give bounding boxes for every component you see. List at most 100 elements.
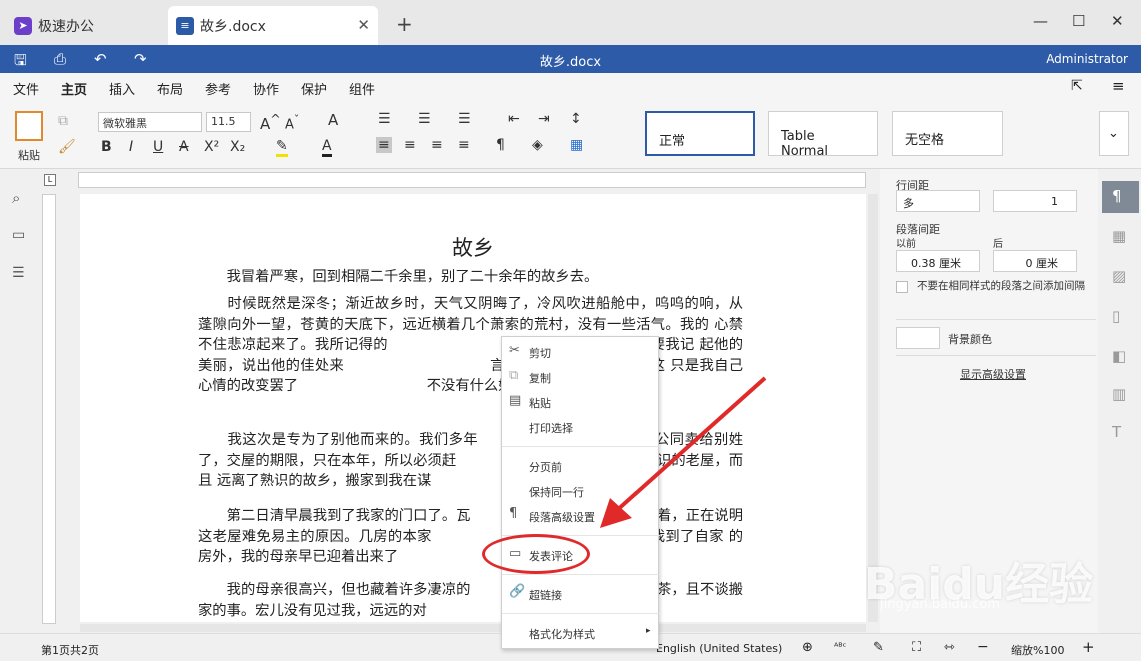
decrease-font-icon[interactable]: Aˇ [285,113,299,132]
bullet-list-icon[interactable]: ☰ [378,111,391,127]
language-select[interactable]: English (United States) [656,642,782,655]
font-family-select[interactable]: 微软雅黑 [98,112,202,132]
bold-icon[interactable]: B [101,139,112,155]
strikethrough-icon[interactable]: A [179,139,189,155]
rocket-icon: ➤ [14,16,32,35]
tab-stop-selector[interactable]: L [44,174,56,186]
title-bar: 🖫 ⎙ ↶ ↷ 故乡.docx Administrator [0,45,1141,73]
close-window-button[interactable]: ✕ [1111,12,1124,30]
page-info[interactable]: 第1页共2页 [41,642,99,658]
navigation-icon[interactable]: ☰ [12,265,25,281]
user-name[interactable]: Administrator [1046,52,1128,66]
styles-expand-icon[interactable]: ⌄ [1099,111,1129,156]
paragraph: 我冒着严寒，回到相隔二千余里，别了二十余年的故乡去。 [198,269,599,285]
menu-item-cut[interactable]: 剪切 [529,345,551,361]
menu-item-copy[interactable]: 复制 [529,370,551,386]
background-color-picker[interactable] [896,327,940,349]
underline-icon[interactable]: U [153,139,163,155]
divider [896,355,1096,356]
zoom-out-icon[interactable]: − [977,639,989,655]
close-tab-icon[interactable]: ✕ [357,16,370,34]
borders-icon[interactable]: ▦ [570,137,583,153]
paragraph: 我的母亲很高兴，但也藏着许多凄凉的 ，喝茶，且不谈搬 家的事。宏儿没有见过我，远… [198,582,743,619]
paragraph-mark-icon[interactable]: ¶ [496,137,505,153]
format-painter-icon[interactable]: 🖌 [58,139,76,155]
menu-item-paste[interactable]: 粘贴 [529,395,551,411]
shading-icon[interactable]: ◈ [532,137,543,153]
menu-item-format-as-style[interactable]: 格式化为样式 [529,626,595,642]
subscript-icon[interactable]: X₂ [230,139,245,155]
horizontal-scrollbar[interactable] [80,624,866,632]
style-no-spacing[interactable]: 无空格 [892,111,1003,156]
search-icon[interactable]: ⌕ [12,189,20,207]
increase-font-icon[interactable]: A^ [260,111,281,133]
italic-icon[interactable]: I [129,139,133,155]
font-color-icon[interactable]: A [322,138,332,157]
copy-icon[interactable]: ⧉ [58,113,68,129]
document-heading: 故乡 [452,236,494,260]
add-tab-button[interactable]: + [396,12,413,36]
tab-bar: ➤ 极速办公 ≡ 故乡.docx ✕ + — ☐ ✕ [0,0,1141,45]
menu-protect[interactable]: 保护 [301,79,327,98]
spacing-after-input[interactable]: 0 厘米 [993,250,1077,272]
fit-width-icon[interactable]: ⇿ [944,640,955,655]
text-art-icon[interactable]: T [1112,423,1121,441]
spacing-before-input[interactable]: 0.38 厘米 [896,250,980,272]
align-center-icon[interactable]: ≡ [404,137,416,153]
maximize-button[interactable]: ☐ [1072,12,1085,30]
menu-collaborate[interactable]: 协作 [253,79,279,98]
menu-plugins[interactable]: 组件 [349,79,375,98]
justify-icon[interactable]: ≡ [458,137,470,153]
minimize-button[interactable]: — [1033,12,1048,30]
tab-home-app[interactable]: ➤ 极速办公 [6,6,164,45]
menu-item-page-break-before[interactable]: 分页前 [529,459,562,475]
show-advanced-settings-link[interactable]: 显示高级设置 [960,366,1026,382]
header-footer-icon[interactable]: ▯ [1112,307,1120,325]
ribbon-toolbar: 粘贴 ⧉ 🖌 微软雅黑 11.5 A^ Aˇ A B I U A X² X₂ ✎… [0,101,1141,169]
zoom-in-icon[interactable]: + [1082,638,1095,656]
paste-label[interactable]: 粘贴 [18,147,40,163]
numbered-list-icon[interactable]: ☰ [418,111,431,127]
globe-icon[interactable]: ⊕ [802,640,813,655]
fit-page-icon[interactable]: ⛶ [912,640,921,655]
menu-references[interactable]: 参考 [205,79,231,98]
menu-item-hyperlink[interactable]: 超链接 [529,587,562,603]
zoom-level[interactable]: 缩放%100 [1011,642,1064,658]
no-space-checkbox[interactable] [896,281,908,293]
style-table-normal[interactable]: Table Normal [768,111,878,159]
clear-format-icon[interactable]: A [328,111,338,129]
hamburger-menu-icon[interactable]: ≡ [1112,77,1125,95]
tab-label: 故乡.docx [200,18,266,35]
horizontal-ruler[interactable] [78,172,866,188]
before-label: 以前 [896,239,916,250]
comment-icon[interactable]: ▭ [12,227,25,243]
spellcheck-icon[interactable]: ᴬᴮᶜ [834,642,846,653]
table-settings-icon[interactable]: ▦ [1112,227,1126,245]
image-settings-icon[interactable]: ▨ [1112,267,1126,285]
cut-icon: ✂ [509,343,520,358]
align-left-icon[interactable]: ≡ [376,137,392,153]
shape-settings-icon[interactable]: ◧ [1112,347,1126,365]
vertical-ruler[interactable] [42,194,56,624]
menu-layout[interactable]: 布局 [157,79,183,98]
menu-file[interactable]: 文件 [13,79,39,98]
font-size-select[interactable]: 11.5 [206,112,251,132]
paste-icon[interactable] [15,111,43,141]
superscript-icon[interactable]: X² [204,139,219,155]
style-normal[interactable]: 正常 [645,111,755,156]
chart-settings-icon[interactable]: ▥ [1112,385,1126,403]
menu-insert[interactable]: 插入 [109,79,135,98]
track-changes-icon[interactable]: ✎ [873,640,884,655]
paste-icon: ▤ [509,393,522,408]
open-location-icon[interactable]: ⇱ [1071,78,1083,94]
align-right-icon[interactable]: ≡ [431,137,443,153]
decrease-indent-icon[interactable]: ⇤ [508,111,520,127]
highlight-icon[interactable]: ✎ [276,138,288,157]
increase-indent-icon[interactable]: ⇥ [538,111,550,127]
line-spacing-value-input[interactable]: 1 [993,190,1077,212]
tab-document[interactable]: ≡ 故乡.docx ✕ [168,6,378,45]
menu-home[interactable]: 主页 [61,79,88,103]
multilevel-list-icon[interactable]: ☰ [458,111,471,127]
line-spacing-icon[interactable]: ↕ [570,111,582,127]
line-spacing-mode-select[interactable]: 多 [896,190,980,212]
